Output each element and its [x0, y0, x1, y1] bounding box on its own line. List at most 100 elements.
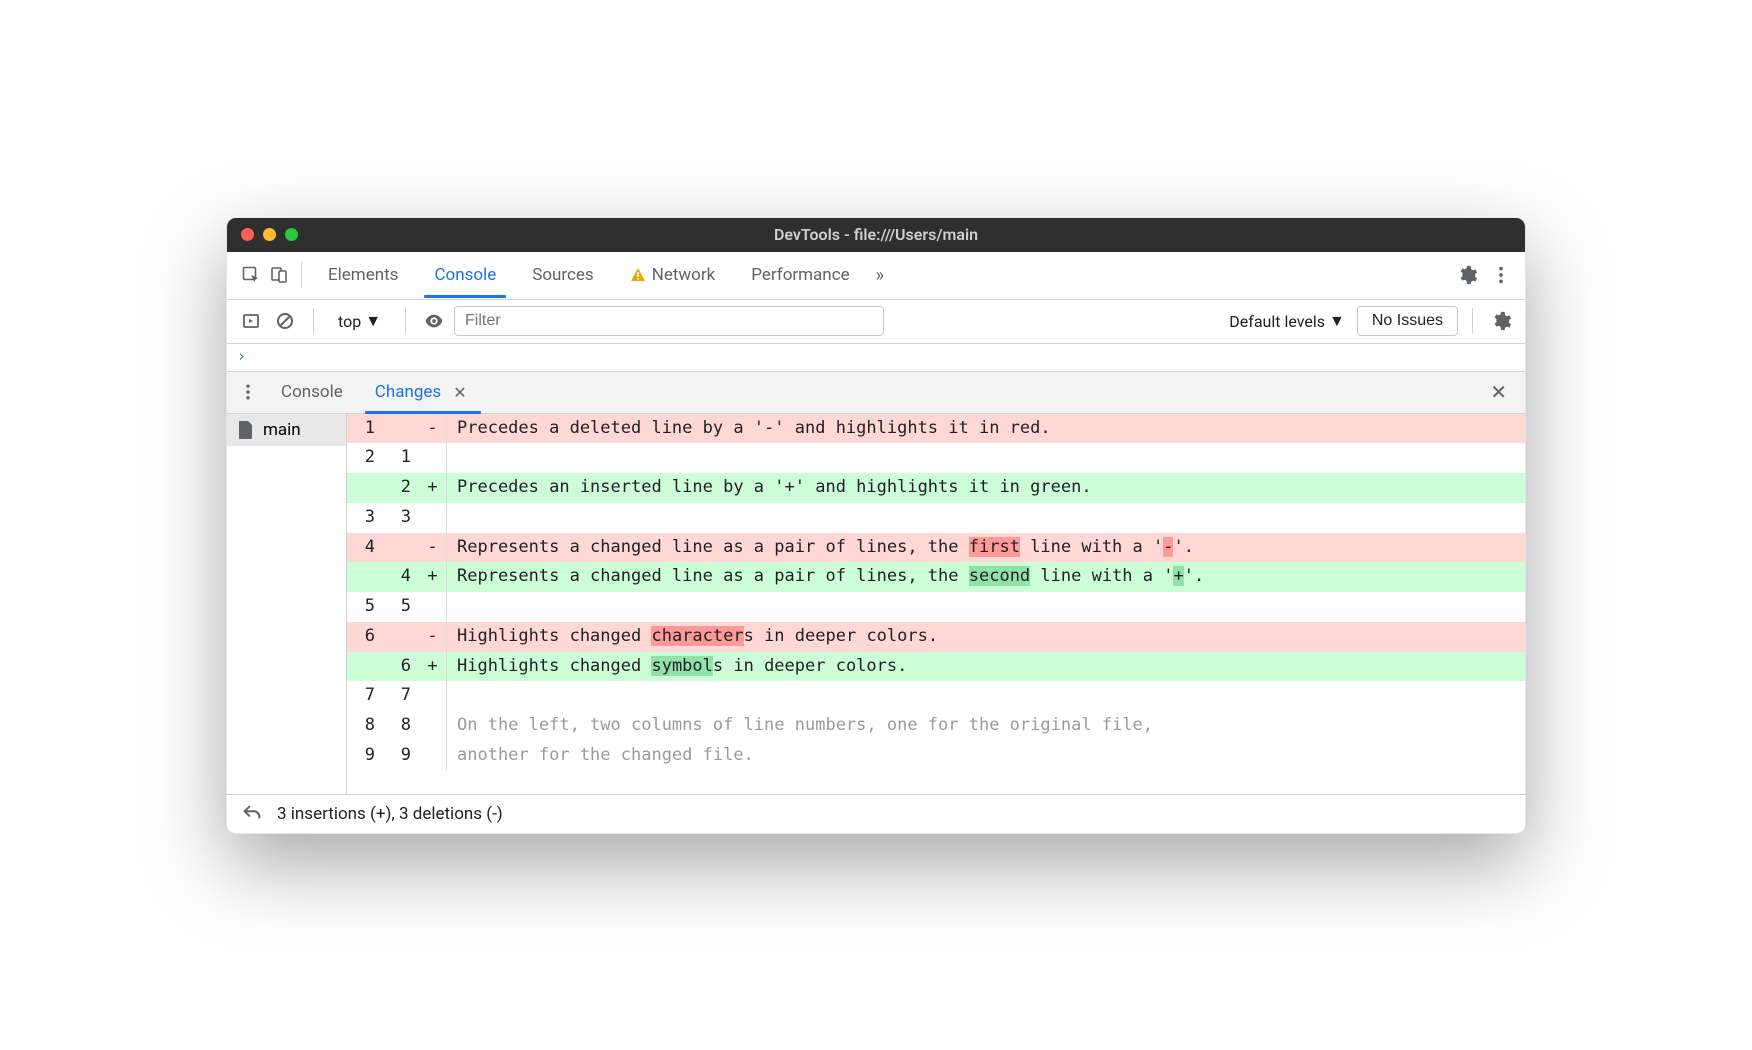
- line-number-new: 9: [383, 741, 419, 771]
- diff-marker: -: [419, 533, 447, 563]
- diff-content: Precedes an inserted line by a '+' and h…: [447, 473, 1525, 503]
- close-drawer-icon[interactable]: ✕: [1476, 372, 1521, 412]
- console-toolbar: top ▼ Default levels ▼ No Issues: [227, 300, 1525, 344]
- line-number-new: 4: [383, 562, 419, 592]
- prompt-chevron-icon: ›: [237, 347, 246, 365]
- drawer-tabbar: Console Changes ✕ ✕: [227, 372, 1525, 414]
- changes-footer: 3 insertions (+), 3 deletions (-): [227, 794, 1525, 833]
- file-item-main[interactable]: main: [227, 414, 346, 446]
- drawer-tab-changes[interactable]: Changes ✕: [359, 372, 487, 413]
- diff-marker: [419, 592, 447, 622]
- tab-sources[interactable]: Sources: [514, 253, 611, 297]
- diff-marker: [419, 503, 447, 533]
- clear-console-icon[interactable]: [271, 307, 299, 335]
- line-number-old: 1: [347, 414, 383, 444]
- tab-elements-label: Elements: [328, 265, 398, 285]
- diff-marker: [419, 711, 447, 741]
- diff-marker: [419, 443, 447, 473]
- diff-content: [447, 592, 1525, 622]
- drawer-more-tools-icon[interactable]: [231, 382, 265, 402]
- inspect-element-icon[interactable]: [237, 261, 265, 289]
- diff-marker: +: [419, 562, 447, 592]
- tab-performance[interactable]: Performance: [733, 253, 867, 297]
- line-number-new: 8: [383, 711, 419, 741]
- line-number-new: 5: [383, 592, 419, 622]
- zoom-window-button[interactable]: [285, 228, 298, 241]
- diff-view: 1 - Precedes a deleted line by a '-' and h…: [347, 414, 1525, 794]
- console-prompt[interactable]: ›: [227, 344, 1525, 372]
- drawer-tab-console[interactable]: Console: [265, 373, 359, 411]
- diff-line: 1-Precedes a deleted line by a '-' and h…: [347, 414, 1525, 444]
- diff-line: 88On the left, two columns of line numbe…: [347, 711, 1525, 741]
- line-number-new: [383, 622, 419, 652]
- settings-icon[interactable]: [1453, 261, 1481, 289]
- line-number-old: [347, 562, 383, 592]
- line-number-new: 1: [383, 443, 419, 473]
- line-number-new: 3: [383, 503, 419, 533]
- close-tab-icon[interactable]: ✕: [449, 381, 470, 404]
- chevron-down-icon: ▼: [365, 311, 381, 331]
- changed-files-list: main: [227, 414, 347, 794]
- tab-network[interactable]: Network: [612, 253, 734, 297]
- line-number-old: 7: [347, 681, 383, 711]
- window-titlebar: DevTools - file:///Users/main: [227, 218, 1525, 252]
- diff-marker: [419, 741, 447, 771]
- tab-console-label: Console: [434, 265, 496, 285]
- line-number-old: 5: [347, 592, 383, 622]
- line-number-old: 8: [347, 711, 383, 741]
- line-number-new: [383, 533, 419, 563]
- diff-line: 6-Highlights changed characters in deepe…: [347, 622, 1525, 652]
- filter-input[interactable]: [454, 306, 884, 336]
- console-settings-icon[interactable]: [1487, 307, 1515, 335]
- line-number-old: 3: [347, 503, 383, 533]
- diff-content: Precedes a deleted line by a '-' and hig…: [447, 414, 1525, 444]
- file-item-label: main: [263, 420, 301, 440]
- drawer-tab-changes-label: Changes: [375, 382, 441, 402]
- tab-elements[interactable]: Elements: [310, 253, 416, 297]
- divider: [405, 308, 406, 334]
- line-number-new: 7: [383, 681, 419, 711]
- issues-button[interactable]: No Issues: [1357, 306, 1458, 336]
- levels-label: Default levels: [1229, 312, 1325, 331]
- diff-marker: [419, 681, 447, 711]
- tab-network-label: Network: [652, 265, 716, 285]
- window-title: DevTools - file:///Users/main: [774, 225, 978, 244]
- revert-icon[interactable]: [241, 803, 263, 825]
- chevron-down-icon: ▼: [1329, 311, 1345, 331]
- minimize-window-button[interactable]: [263, 228, 276, 241]
- close-window-button[interactable]: [241, 228, 254, 241]
- diff-content: Represents a changed line as a pair of l…: [447, 533, 1525, 563]
- toggle-sidebar-icon[interactable]: [237, 307, 265, 335]
- diff-content: [447, 443, 1525, 473]
- devtools-window: DevTools - file:///Users/main Elements C…: [226, 217, 1526, 834]
- line-number-new: 2: [383, 473, 419, 503]
- diff-line: 4-Represents a changed line as a pair of…: [347, 533, 1525, 563]
- line-number-old: 9: [347, 741, 383, 771]
- divider: [1472, 308, 1473, 334]
- execution-context-select[interactable]: top ▼: [328, 307, 391, 335]
- warning-icon: [630, 267, 646, 283]
- diff-line: 4+Represents a changed line as a pair of…: [347, 562, 1525, 592]
- diff-content: another for the changed file.: [447, 741, 1525, 771]
- file-icon: [237, 420, 255, 440]
- diff-content: [447, 503, 1525, 533]
- diff-line: 99 another for the changed file.: [347, 741, 1525, 771]
- traffic-lights: [241, 228, 298, 241]
- diff-content: Represents a changed line as a pair of l…: [447, 562, 1525, 592]
- tab-console[interactable]: Console: [416, 253, 514, 297]
- line-number-new: [383, 414, 419, 444]
- live-expression-icon[interactable]: [420, 307, 448, 335]
- main-tabs-group: Elements Console Sources Network Perform…: [310, 253, 1453, 297]
- main-tabbar: Elements Console Sources Network Perform…: [227, 252, 1525, 300]
- log-levels-select[interactable]: Default levels ▼: [1223, 311, 1351, 331]
- more-tabs-button[interactable]: »: [868, 257, 892, 294]
- diff-content: Highlights changed characters in deeper …: [447, 622, 1525, 652]
- tab-performance-label: Performance: [751, 265, 849, 285]
- diff-marker: +: [419, 652, 447, 682]
- more-options-icon[interactable]: [1487, 261, 1515, 289]
- diff-marker: +: [419, 473, 447, 503]
- line-number-old: [347, 652, 383, 682]
- diff-content: [447, 681, 1525, 711]
- diff-line: 2+Precedes an inserted line by a '+' and…: [347, 473, 1525, 503]
- device-toolbar-icon[interactable]: [265, 261, 293, 289]
